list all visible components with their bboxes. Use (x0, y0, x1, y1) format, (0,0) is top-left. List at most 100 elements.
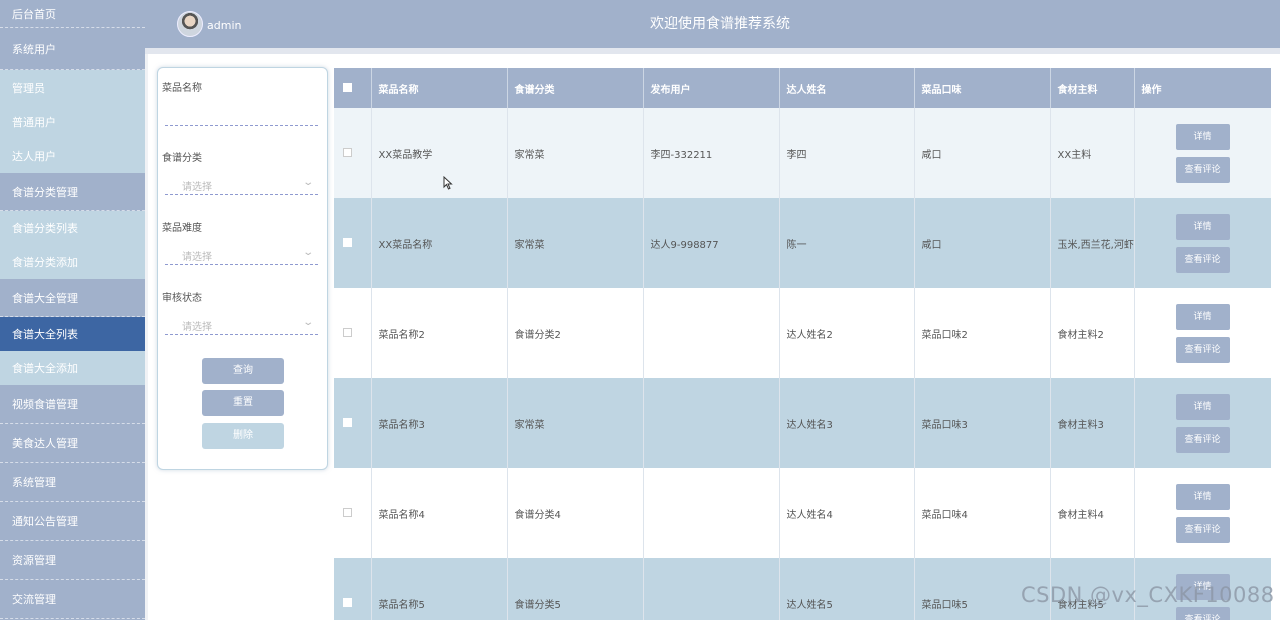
column-header[interactable]: 食材主料 (1050, 68, 1135, 108)
row-select-cell (334, 108, 372, 198)
table-cell: 玉米,西兰花,河虾 (1050, 198, 1135, 288)
table-row[interactable]: 菜品名称2 食谱分类2 达人姓名2 菜品口味2 食材主料2 详情 查看评论 (334, 288, 1271, 378)
sidebar-item-system-management[interactable]: 系统管理 (0, 463, 145, 502)
sidebar-item-resources[interactable]: 资源管理 (0, 541, 145, 580)
sidebar-item-system-users[interactable]: 系统用户 (0, 28, 145, 70)
sidebar-item-recipe-management[interactable]: 食谱大全管理 (0, 279, 145, 317)
detail-button[interactable]: 详情 (1175, 303, 1230, 330)
table-cell: 菜品口味4 (914, 468, 1051, 558)
recipe-table: 菜品名称 食谱分类 发布用户 达人姓名 菜品口味 食材主料 操作 XX菜品教学家… (334, 68, 1271, 620)
column-header[interactable]: 菜品名称 (371, 68, 508, 108)
select-all-checkbox[interactable] (343, 83, 352, 92)
row-select-cell (334, 558, 372, 620)
sidebar-item-admins[interactable]: 管理员 (0, 70, 145, 105)
sidebar-item-food-experts[interactable]: 美食达人管理 (0, 424, 145, 463)
chevron-down-icon: ⌄ (301, 177, 314, 188)
dish-name-input[interactable] (165, 106, 318, 126)
sidebar-item-label: 食谱分类添加 (12, 256, 78, 269)
sidebar-item-label: 通知公告管理 (12, 515, 78, 528)
table-row[interactable]: 菜品名称3 家常菜 达人姓名3 菜品口味3 食材主料3 详情 查看评论 (334, 378, 1271, 468)
mouse-cursor-icon (443, 176, 453, 190)
category-label: 食谱分类 (162, 153, 202, 164)
row-checkbox[interactable] (343, 418, 352, 427)
table-cell: XX菜品名称 (371, 198, 508, 288)
difficulty-select[interactable]: 请选择 ⌄ (165, 245, 318, 265)
table-cell: 咸口 (914, 108, 1051, 198)
sidebar-item-label: 资源管理 (12, 554, 56, 567)
sidebar-item-recipe-add[interactable]: 食谱大全添加 (0, 351, 145, 385)
table-row[interactable]: XX菜品教学 家常菜 李四-332211 李四 咸口 XX主料 详情 查看评论 (334, 108, 1271, 198)
category-select[interactable]: 请选择 ⌄ (165, 175, 318, 195)
table-cell: 李四 (779, 108, 915, 198)
watermark: CSDN @vx_CXKF10088 (1021, 583, 1275, 607)
table-cell: XX主料 (1050, 108, 1135, 198)
dish-name-label: 菜品名称 (162, 83, 202, 94)
column-header[interactable]: 发布用户 (643, 68, 780, 108)
table-cell: 咸口 (914, 198, 1051, 288)
view-comments-button[interactable]: 查看评论 (1175, 516, 1230, 543)
table-cell: 家常菜 (507, 198, 644, 288)
row-checkbox[interactable] (343, 508, 352, 517)
table-row[interactable]: XX菜品名称 家常菜 达人9-998877 陈一 咸口 玉米,西兰花,河虾 详情 查看评论 (334, 198, 1271, 288)
column-header[interactable]: 菜品口味 (914, 68, 1051, 108)
view-comments-button[interactable]: 查看评论 (1175, 336, 1230, 363)
table-cell: 达人姓名4 (779, 468, 915, 558)
audit-status-select[interactable]: 请选择 ⌄ (165, 315, 318, 335)
sidebar-item-label: 系统用户 (12, 42, 56, 56)
detail-button[interactable]: 详情 (1175, 393, 1230, 420)
table-cell: 李四-332211 (643, 108, 780, 198)
sidebar-item-category-management[interactable]: 食谱分类管理 (0, 173, 145, 211)
sidebar-item-communication[interactable]: 交流管理 (0, 580, 145, 619)
actions-cell: 详情 查看评论 (1134, 468, 1271, 558)
detail-button[interactable]: 详情 (1175, 123, 1230, 150)
table-cell: 菜品口味3 (914, 378, 1051, 468)
sidebar-item-label: 普通用户 (12, 116, 56, 129)
sidebar-item-recipe-list[interactable]: 食谱大全列表 (0, 317, 145, 351)
detail-button[interactable]: 详情 (1175, 483, 1230, 510)
row-checkbox[interactable] (343, 598, 352, 607)
table-header-row: 菜品名称 食谱分类 发布用户 达人姓名 菜品口味 食材主料 操作 (334, 68, 1271, 108)
sidebar-item-home[interactable]: 后台首页 (0, 0, 145, 28)
delete-button[interactable]: 删除 (202, 423, 284, 449)
chevron-down-icon: ⌄ (301, 247, 314, 258)
sidebar-item-label: 视频食谱管理 (12, 398, 78, 411)
row-select-cell (334, 468, 372, 558)
row-checkbox[interactable] (343, 238, 352, 247)
sidebar-item-label: 食谱大全添加 (12, 362, 78, 375)
table-cell: 家常菜 (507, 108, 644, 198)
table-cell: 达人9-998877 (643, 198, 780, 288)
sidebar-item-normal-users[interactable]: 普通用户 (0, 105, 145, 139)
table-cell: 食谱分类4 (507, 468, 644, 558)
row-checkbox[interactable] (343, 148, 352, 157)
view-comments-button[interactable]: 查看评论 (1175, 426, 1230, 453)
actions-cell: 详情 查看评论 (1134, 288, 1271, 378)
sidebar-item-video-recipe[interactable]: 视频食谱管理 (0, 385, 145, 424)
table-cell: 菜品口味2 (914, 288, 1051, 378)
sidebar-item-label: 交流管理 (12, 593, 56, 606)
sidebar-item-notices[interactable]: 通知公告管理 (0, 502, 145, 541)
column-header[interactable]: 食谱分类 (507, 68, 644, 108)
sidebar-item-category-add[interactable]: 食谱分类添加 (0, 245, 145, 279)
row-checkbox[interactable] (343, 328, 352, 337)
table-cell: 陈一 (779, 198, 915, 288)
sidebar: 后台首页 系统用户 管理员 普通用户 达人用户 食谱分类管理 食谱分类列表 食谱… (0, 0, 145, 620)
detail-button[interactable]: 详情 (1175, 213, 1230, 240)
actions-cell: 详情 查看评论 (1134, 108, 1271, 198)
table-row[interactable]: 菜品名称4 食谱分类4 达人姓名4 菜品口味4 食材主料4 详情 查看评论 (334, 468, 1271, 558)
table-cell: 食谱分类2 (507, 288, 644, 378)
query-button[interactable]: 查询 (202, 358, 284, 384)
view-comments-button[interactable]: 查看评论 (1175, 246, 1230, 273)
sidebar-item-label: 达人用户 (12, 150, 56, 163)
reset-button[interactable]: 重置 (202, 390, 284, 416)
sidebar-item-label: 美食达人管理 (12, 437, 78, 450)
column-header[interactable]: 达人姓名 (779, 68, 915, 108)
actions-cell: 详情 查看评论 (1134, 198, 1271, 288)
table-cell: 食材主料2 (1050, 288, 1135, 378)
sidebar-item-label: 食谱大全管理 (12, 291, 78, 305)
table-cell: 食材主料4 (1050, 468, 1135, 558)
sidebar-item-category-list[interactable]: 食谱分类列表 (0, 211, 145, 245)
sidebar-item-expert-users[interactable]: 达人用户 (0, 139, 145, 173)
view-comments-button[interactable]: 查看评论 (1175, 156, 1230, 183)
chevron-down-icon: ⌄ (301, 317, 314, 328)
view-comments-button[interactable]: 查看评论 (1175, 606, 1230, 620)
